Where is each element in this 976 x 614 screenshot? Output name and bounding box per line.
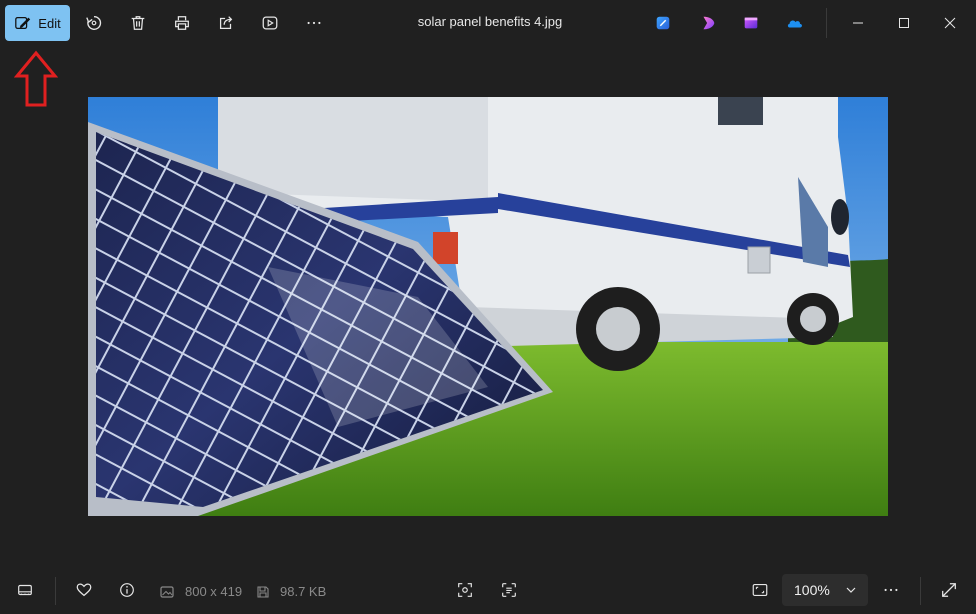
fit-window-icon bbox=[752, 584, 768, 596]
scan-text-button[interactable] bbox=[494, 575, 524, 605]
close-button[interactable] bbox=[930, 7, 970, 39]
delete-button[interactable] bbox=[122, 7, 154, 39]
clipchamp-button[interactable] bbox=[692, 7, 724, 39]
designer-icon bbox=[656, 16, 670, 30]
rotate-button[interactable] bbox=[78, 7, 110, 39]
print-button[interactable] bbox=[166, 7, 198, 39]
delete-icon bbox=[131, 16, 145, 30]
fit-to-window-button[interactable] bbox=[745, 575, 775, 605]
maximize-button[interactable] bbox=[884, 7, 924, 39]
clipchamp-icon bbox=[703, 16, 715, 30]
expand-icon bbox=[942, 583, 956, 597]
zoom-dropdown[interactable]: 100% bbox=[782, 574, 868, 606]
photo-viewer-image[interactable] bbox=[88, 97, 888, 516]
window-title: solar panel benefits 4.jpg bbox=[417, 14, 563, 29]
slideshow-icon bbox=[262, 16, 278, 30]
edit-icon bbox=[15, 16, 31, 30]
toolbar-divider bbox=[826, 8, 827, 38]
share-button[interactable] bbox=[210, 7, 242, 39]
more-icon bbox=[884, 588, 898, 592]
top-toolbar: Edit solar panel benefits 4.jpg bbox=[0, 0, 976, 46]
more-view-options-button[interactable] bbox=[876, 575, 906, 605]
zoom-level: 100% bbox=[794, 582, 830, 598]
image-dimensions-icon bbox=[160, 586, 174, 598]
minimize-button[interactable] bbox=[838, 7, 878, 39]
maximize-icon bbox=[899, 18, 909, 28]
image-dimensions: 800 x 419 bbox=[185, 584, 243, 599]
chevron-down-icon bbox=[846, 587, 856, 593]
bottom-status-bar: 800 x 419 98.7 KB 100% bbox=[0, 567, 976, 614]
file-size: 98.7 KB bbox=[280, 584, 327, 599]
full-screen-button[interactable] bbox=[934, 575, 964, 605]
video-editor-icon bbox=[744, 17, 758, 29]
favorite-button[interactable] bbox=[69, 575, 99, 605]
minimize-icon bbox=[853, 22, 863, 24]
file-info-button[interactable] bbox=[112, 575, 142, 605]
status-divider bbox=[920, 577, 921, 605]
onedrive-icon bbox=[787, 20, 802, 28]
share-icon bbox=[219, 16, 233, 30]
visual-search-icon bbox=[458, 583, 472, 597]
video-editor-button[interactable] bbox=[735, 7, 767, 39]
close-icon bbox=[944, 17, 956, 29]
filmstrip-button[interactable] bbox=[10, 575, 40, 605]
scan-text-icon bbox=[502, 583, 516, 597]
print-icon bbox=[175, 16, 189, 30]
annotation-arrow-icon bbox=[14, 50, 58, 107]
onedrive-button[interactable] bbox=[779, 7, 811, 39]
rotate-icon bbox=[86, 16, 102, 30]
more-options-button[interactable] bbox=[298, 7, 330, 39]
heart-icon bbox=[76, 583, 92, 597]
filmstrip-icon bbox=[18, 584, 32, 596]
slideshow-button[interactable] bbox=[254, 7, 286, 39]
info-icon bbox=[120, 583, 134, 597]
edit-button[interactable]: Edit bbox=[5, 5, 70, 41]
visual-search-button[interactable] bbox=[450, 575, 480, 605]
file-size-icon bbox=[257, 586, 269, 598]
status-divider bbox=[55, 577, 56, 605]
designer-button[interactable] bbox=[647, 7, 679, 39]
more-icon bbox=[307, 21, 321, 25]
edit-label: Edit bbox=[38, 15, 61, 31]
solar-panel-camper-photo bbox=[88, 97, 888, 516]
